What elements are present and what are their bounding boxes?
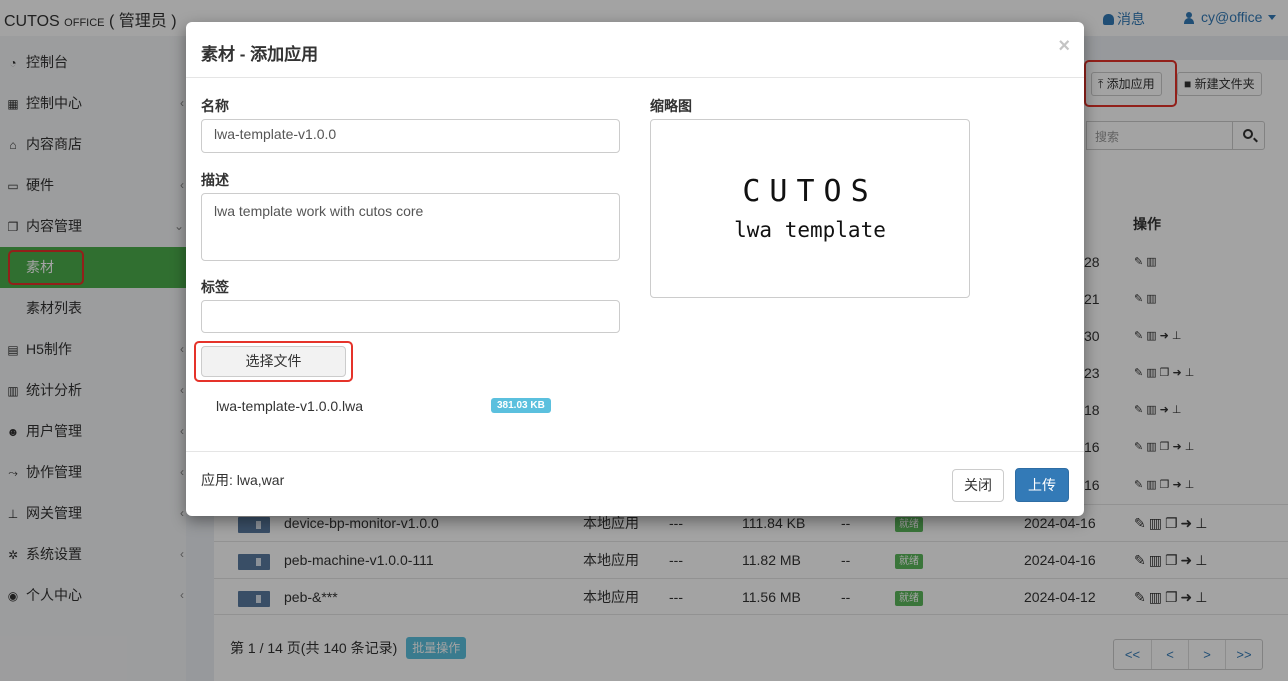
upload-button[interactable]: 上传 bbox=[1015, 468, 1069, 502]
thumbnail-title: CUTOS bbox=[742, 174, 878, 209]
supported-apps-note: 应用: lwa,war bbox=[201, 472, 285, 488]
close-icon[interactable]: × bbox=[1058, 36, 1070, 56]
description-label: 描述 bbox=[201, 172, 229, 188]
modal-header: 素材 - 添加应用 × bbox=[186, 22, 1084, 78]
tags-label: 标签 bbox=[201, 279, 229, 295]
highlight-choose-file bbox=[194, 341, 353, 382]
selected-file-name: lwa-template-v1.0.0.lwa bbox=[216, 398, 364, 414]
tags-input[interactable] bbox=[201, 300, 620, 333]
thumbnail-preview[interactable]: CUTOS lwa template bbox=[650, 119, 970, 298]
file-size-badge: 381.03 KB bbox=[491, 398, 551, 413]
modal-title: 素材 - 添加应用 bbox=[201, 45, 319, 64]
thumbnail-subtitle: lwa template bbox=[734, 218, 886, 242]
modal-footer: 应用: lwa,war 关闭 上传 bbox=[186, 451, 1084, 516]
thumbnail-label: 缩略图 bbox=[650, 98, 692, 114]
description-textarea[interactable]: lwa template work with cutos core bbox=[201, 193, 620, 261]
name-label: 名称 bbox=[201, 98, 229, 114]
close-button[interactable]: 关闭 bbox=[952, 469, 1004, 502]
add-app-modal: 素材 - 添加应用 × 名称 lwa-template-v1.0.0 描述 lw… bbox=[186, 22, 1084, 516]
name-input[interactable]: lwa-template-v1.0.0 bbox=[201, 119, 620, 153]
